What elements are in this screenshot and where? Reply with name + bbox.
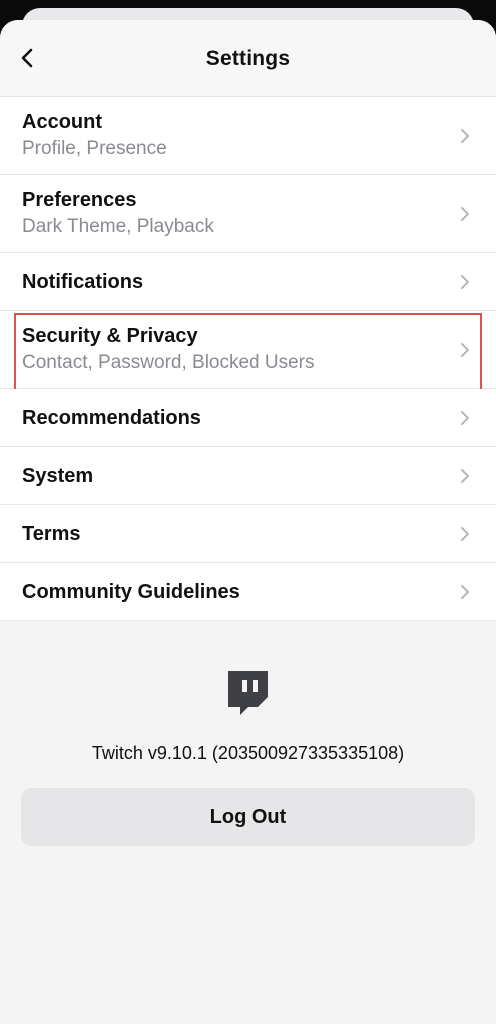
settings-item-title: Terms [22, 522, 81, 545]
chevron-left-icon [21, 48, 33, 68]
page-title: Settings [205, 47, 291, 70]
settings-item-account[interactable]: Account Profile, Presence [0, 97, 496, 175]
settings-footer: Twitch v9.10.1 (203500927335335108) Log … [0, 621, 496, 846]
settings-item-community-guidelines[interactable]: Community Guidelines [0, 563, 496, 621]
settings-item-subtitle: Contact, Password, Blocked Users [22, 352, 315, 373]
settings-item-title: System [22, 464, 94, 487]
settings-item-title: Security & Privacy [22, 325, 198, 347]
app-version-text: Twitch v9.10.1 (203500927335335108) [91, 743, 405, 763]
settings-item-terms[interactable]: Terms [0, 505, 496, 563]
settings-item-title: Community Guidelines [22, 580, 240, 603]
settings-item-title: Preferences [22, 189, 137, 211]
chevron-right-icon [456, 467, 474, 485]
settings-item-title: Recommendations [22, 406, 201, 429]
settings-item-security-privacy[interactable]: Security & Privacy Contact, Password, Bl… [0, 311, 496, 395]
settings-list: Account Profile, Presence Preferences Da… [0, 97, 496, 621]
settings-item-system[interactable]: System [0, 447, 496, 505]
twitch-logo-icon [228, 671, 268, 715]
settings-item-subtitle: Profile, Presence [22, 138, 167, 159]
chevron-right-icon [456, 341, 474, 359]
chevron-right-icon [456, 409, 474, 427]
settings-item-title: Notifications [22, 270, 144, 293]
settings-item-recommendations[interactable]: Recommendations [0, 389, 496, 447]
chevron-right-icon [456, 273, 474, 291]
navigation-bar: Settings [0, 20, 496, 97]
chevron-right-icon [456, 583, 474, 601]
log-out-button[interactable]: Log Out [21, 788, 475, 846]
chevron-right-icon [456, 525, 474, 543]
settings-sheet: Settings Account Profile, Presence Prefe… [0, 20, 496, 1024]
back-button[interactable] [14, 44, 42, 72]
chevron-right-icon [456, 205, 474, 223]
settings-item-title: Account [22, 111, 102, 133]
settings-item-subtitle: Dark Theme, Playback [22, 216, 214, 237]
settings-item-preferences[interactable]: Preferences Dark Theme, Playback [0, 175, 496, 253]
chevron-right-icon [456, 127, 474, 145]
settings-item-notifications[interactable]: Notifications [0, 253, 496, 311]
